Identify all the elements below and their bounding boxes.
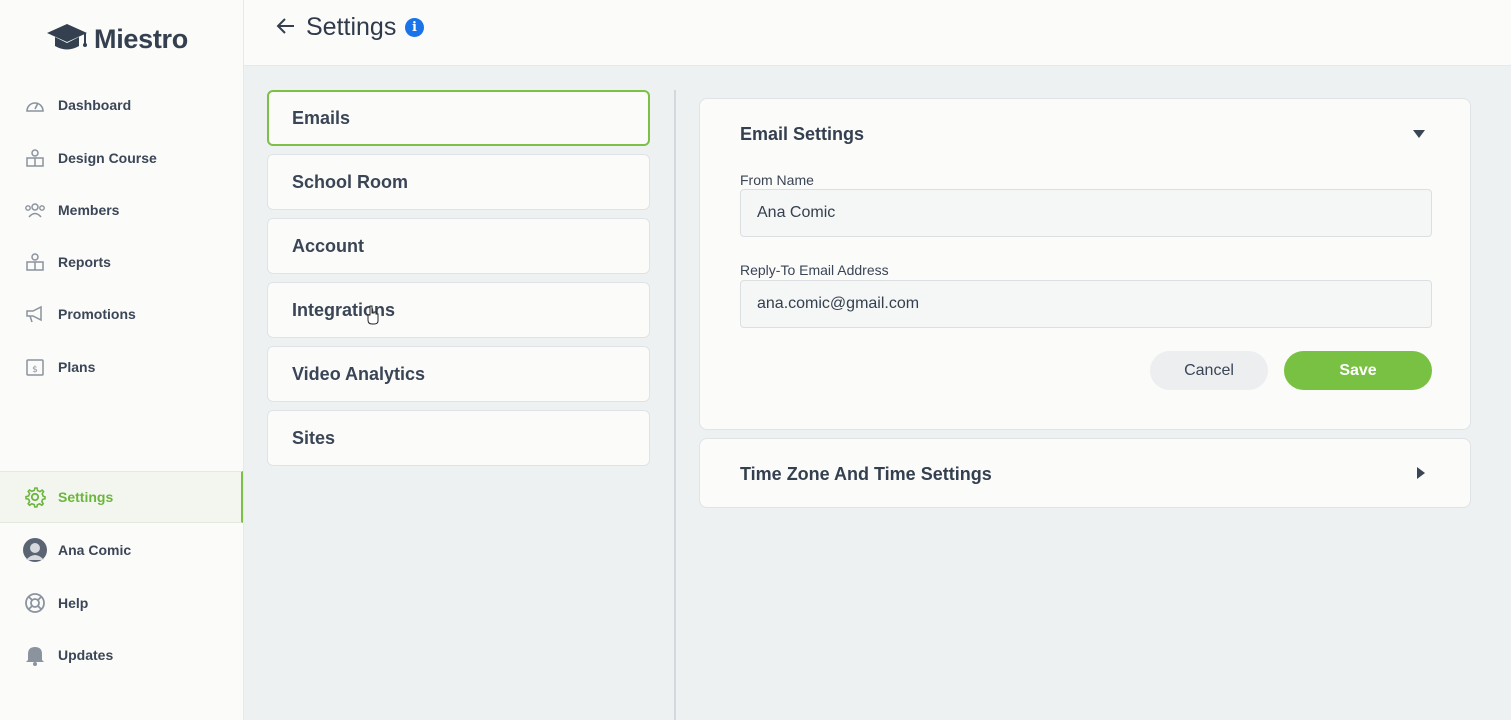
from-name-field[interactable] (740, 189, 1432, 237)
email-settings-panel: Email Settings From Name Reply-To Email … (699, 98, 1471, 430)
vertical-divider (674, 90, 676, 720)
sidebar-item-design-course[interactable]: Design Course (0, 132, 243, 184)
sidebar-item-help[interactable]: Help (0, 577, 243, 629)
sidebar-item-label: Ana Comic (58, 542, 132, 558)
sidebar-item-label: Help (58, 595, 89, 611)
sidebar-item-profile[interactable]: Ana Comic (0, 524, 243, 576)
info-icon[interactable]: i (405, 18, 424, 37)
back-arrow-icon[interactable] (274, 14, 298, 38)
sidebar-item-label: Design Course (58, 150, 157, 166)
book-reader-icon (23, 250, 47, 274)
cancel-button[interactable]: Cancel (1150, 351, 1268, 390)
time-settings-panel[interactable]: Time Zone And Time Settings (699, 438, 1471, 508)
logo-text: Miestro (94, 23, 188, 54)
tab-video-analytics[interactable]: Video Analytics (267, 346, 650, 402)
sidebar-item-promotions[interactable]: Promotions (0, 288, 243, 340)
page-header (244, 0, 1511, 66)
logo[interactable]: Miestro (46, 22, 188, 56)
reply-to-label: Reply-To Email Address (740, 262, 889, 278)
reply-to-email-field[interactable] (740, 280, 1432, 328)
tab-sites[interactable]: Sites (267, 410, 650, 466)
time-settings-title: Time Zone And Time Settings (740, 464, 992, 484)
sidebar-item-label: Settings (58, 489, 114, 505)
megaphone-icon (23, 302, 47, 326)
tab-integrations[interactable]: Integrations (267, 282, 650, 338)
sidebar-item-label: Dashboard (58, 97, 132, 113)
email-settings-title: Email Settings (740, 124, 865, 144)
sidebar-item-members[interactable]: Members (0, 184, 243, 236)
graduation-cap-icon (47, 24, 87, 50)
save-button[interactable]: Save (1284, 351, 1432, 390)
sidebar-item-label: Updates (58, 647, 114, 663)
avatar-icon (23, 538, 47, 562)
sidebar-item-settings[interactable]: Settings (0, 471, 243, 523)
svg-text:$: $ (32, 365, 38, 375)
gear-icon (23, 485, 47, 509)
gauge-icon (23, 93, 47, 117)
sidebar-item-reports[interactable]: Reports (0, 236, 243, 288)
sidebar-item-dashboard[interactable]: Dashboard (0, 79, 243, 131)
sidebar: Miestro Dashboard Design Course Members … (0, 0, 244, 720)
caret-right-icon[interactable] (1417, 467, 1425, 479)
tab-school-room[interactable]: School Room (267, 154, 650, 210)
hand-cursor-icon (367, 305, 379, 325)
sidebar-item-label: Members (58, 202, 120, 218)
users-icon (23, 198, 47, 222)
from-name-label: From Name (740, 172, 814, 188)
tab-account[interactable]: Account (267, 218, 650, 274)
book-reader-icon (23, 146, 47, 170)
sidebar-item-updates[interactable]: Updates (0, 629, 243, 681)
bell-icon (23, 643, 47, 667)
sidebar-item-label: Plans (58, 359, 96, 375)
lifebuoy-icon (23, 591, 47, 615)
tab-emails[interactable]: Emails (267, 90, 650, 146)
page-title: Settings (306, 13, 397, 41)
sidebar-item-label: Reports (58, 254, 111, 270)
caret-down-icon[interactable] (1413, 130, 1425, 138)
price-box-icon: $ (23, 355, 47, 379)
sidebar-item-plans[interactable]: $ Plans (0, 341, 243, 393)
sidebar-item-label: Promotions (58, 306, 136, 322)
